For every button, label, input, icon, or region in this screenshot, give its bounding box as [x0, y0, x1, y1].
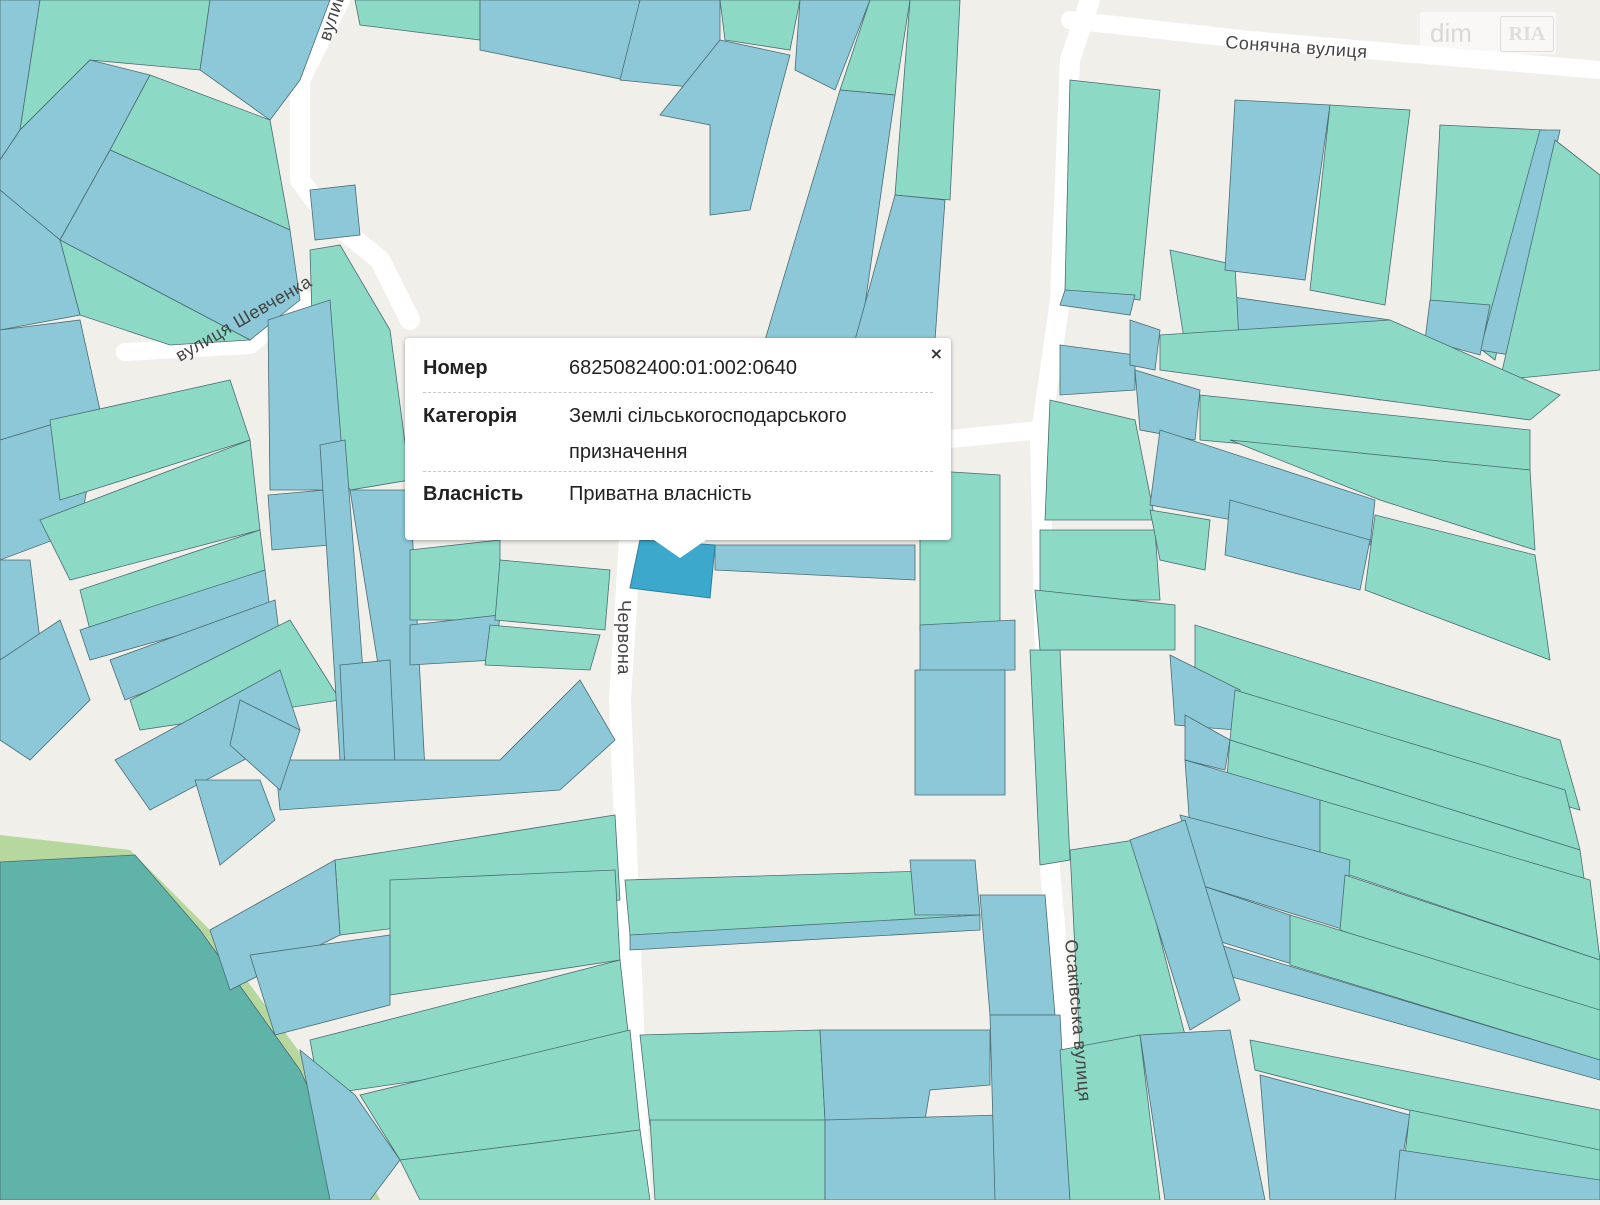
land-parcel[interactable] [1059, 344, 1136, 396]
land-parcel[interactable] [989, 1014, 1071, 1201]
street-label-chervona: Червона [614, 600, 634, 675]
land-parcel[interactable] [1039, 529, 1161, 601]
parcel-info-popup: × Номер 6825082400:01:002:0640 Категорія… [405, 338, 951, 558]
popup-value-category-line1: Землі сільськогосподарського [569, 405, 847, 427]
popup-value-category: Землі сільськогосподарського призначення [569, 398, 933, 470]
land-parcel[interactable] [1064, 79, 1161, 301]
popup-key-number: Номер [423, 357, 488, 379]
popup-divider [423, 471, 933, 472]
land-parcel[interactable] [1139, 1029, 1266, 1201]
land-parcel[interactable] [1044, 399, 1156, 521]
popup-key-category: Категорія [423, 405, 518, 427]
land-parcel[interactable] [309, 184, 361, 241]
land-parcel[interactable] [819, 1029, 991, 1121]
land-parcel[interactable] [339, 659, 396, 771]
land-parcel[interactable] [194, 779, 276, 866]
land-parcel[interactable] [354, 0, 481, 41]
land-parcel[interactable] [267, 489, 331, 551]
popup-value-number: 6825082400:01:002:0640 [569, 357, 798, 379]
land-parcel[interactable] [824, 1114, 1001, 1201]
land-parcel[interactable] [1149, 509, 1211, 571]
land-parcel[interactable] [979, 894, 1056, 1016]
land-parcel[interactable] [1029, 649, 1071, 866]
land-parcel[interactable] [714, 544, 916, 581]
popup-pointer [654, 540, 706, 558]
street-label-sonyachna: Сонячна вулиця [1225, 32, 1368, 62]
land-parcel[interactable] [649, 1119, 826, 1201]
popup-value-ownership: Приватна власність [569, 483, 752, 505]
logo-dim-text: dim [1430, 18, 1472, 48]
land-parcel[interactable] [909, 859, 981, 916]
popup-divider [423, 392, 933, 393]
map-canvas[interactable]: Сонячна вулиця вулиця Шевченка вулиця Че… [0, 0, 1600, 1205]
land-parcel[interactable] [484, 624, 601, 671]
popup-row-category: Категорія Землі сільськогосподарського п… [423, 398, 933, 470]
land-parcel[interactable] [914, 669, 1006, 796]
popup-row-ownership: Власність Приватна власність [423, 476, 933, 512]
cadastral-map[interactable]: Сонячна вулиця вулиця Шевченка вулиця Че… [0, 0, 1600, 1205]
popup-key-ownership: Власність [423, 483, 524, 505]
popup-row-number: Номер 6825082400:01:002:0640 [423, 350, 933, 386]
land-parcel[interactable] [409, 539, 501, 621]
popup-value-category-line2: призначення [569, 441, 688, 463]
land-parcel[interactable] [1129, 319, 1161, 371]
land-parcel[interactable] [1134, 369, 1201, 441]
logo-ria-text: RIA [1500, 16, 1554, 52]
land-parcel[interactable] [494, 559, 611, 631]
land-parcel[interactable] [639, 1029, 826, 1126]
dimria-logo: dim RIA [1420, 12, 1556, 54]
land-parcel[interactable] [479, 0, 641, 81]
land-parcel[interactable] [919, 619, 1016, 673]
